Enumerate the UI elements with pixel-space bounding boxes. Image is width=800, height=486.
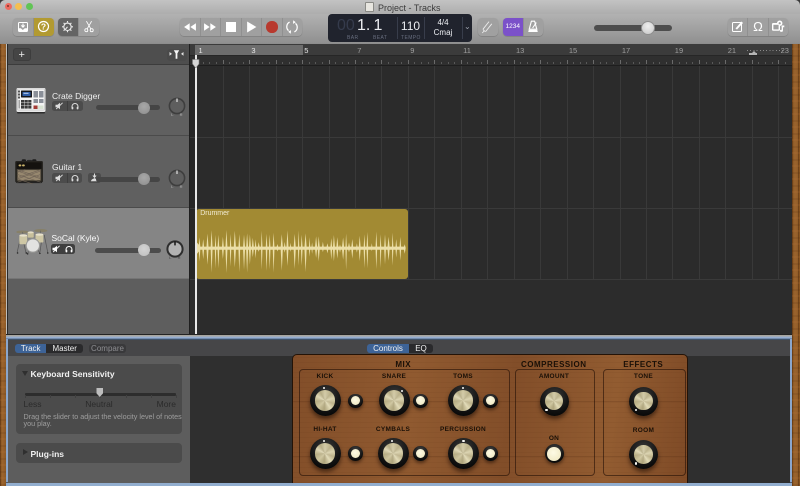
svg-text:R: R [180, 184, 183, 189]
svg-text:R: R [180, 112, 183, 117]
svg-text:R: R [178, 255, 181, 260]
svg-text:?: ? [41, 22, 46, 32]
